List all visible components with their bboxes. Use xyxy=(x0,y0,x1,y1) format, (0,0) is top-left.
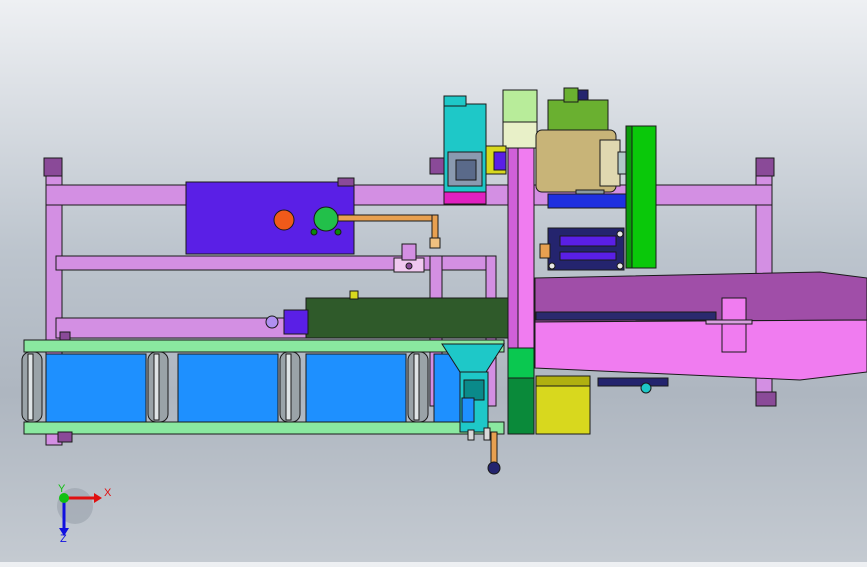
dark-green-cylinder xyxy=(265,290,513,339)
gearbox xyxy=(547,99,609,131)
corner-cap xyxy=(755,157,775,177)
conveyor-top-rail xyxy=(23,339,505,353)
cyan-box-top xyxy=(443,95,467,107)
yellow-box-group xyxy=(535,375,591,435)
motor-flange xyxy=(599,139,621,187)
column-shadow xyxy=(507,147,519,349)
handle-stem xyxy=(490,431,498,467)
green-cylinder-cap xyxy=(349,290,359,300)
cylinder-end xyxy=(337,177,355,187)
chute-inner xyxy=(463,379,485,401)
tube-handle-pin xyxy=(705,319,753,325)
green-cylinder-body xyxy=(305,297,513,339)
green-knob-tab xyxy=(310,228,318,236)
navy-bearing-block xyxy=(547,227,625,271)
green-column-base-top xyxy=(507,347,535,379)
bolt xyxy=(483,427,491,441)
motor-base-blue xyxy=(547,193,629,209)
gearbox-cap xyxy=(563,87,579,103)
corner-cap xyxy=(43,157,63,177)
purple-cylinder-end xyxy=(283,309,309,335)
gearbox-cap-2 xyxy=(577,89,589,101)
handle-knob xyxy=(487,461,501,475)
valve-inner xyxy=(455,159,477,181)
foot-pad xyxy=(755,391,777,407)
valve-right-2 xyxy=(493,151,507,171)
tube-foot-knob xyxy=(640,382,652,394)
x-axis-label: X xyxy=(104,487,112,499)
tube-handle xyxy=(721,297,747,353)
z-axis-label: Z xyxy=(60,533,67,545)
vertical-column xyxy=(502,89,538,435)
clevis-pin xyxy=(265,315,279,329)
tube-foot xyxy=(597,377,669,387)
assembly-drawing: X Y Z xyxy=(21,87,867,545)
magenta-base xyxy=(443,191,487,205)
bearing-bolt xyxy=(548,262,556,270)
clamp-stem xyxy=(401,243,417,261)
bolt xyxy=(467,429,475,441)
rod-nut xyxy=(429,237,441,249)
motor-assembly xyxy=(535,87,657,271)
clamp-bolt xyxy=(405,262,413,270)
conveyor-panel-3 xyxy=(305,353,407,423)
roller-shine xyxy=(285,353,292,421)
bearing-highlight-2 xyxy=(559,251,617,261)
tube-lower xyxy=(534,319,867,381)
orange-knob xyxy=(273,209,295,231)
cad-viewport[interactable]: X Y Z xyxy=(0,0,867,562)
yellow-box-shade xyxy=(535,375,591,387)
conveyor-bottom-rail xyxy=(23,421,505,435)
green-knob xyxy=(313,206,339,232)
corner-cap xyxy=(429,157,445,175)
green-knob-tab xyxy=(334,228,342,236)
roller-shine xyxy=(413,353,420,421)
conveyor-panel-2 xyxy=(177,353,279,423)
foot xyxy=(57,431,73,443)
conveyor-panel-1 xyxy=(45,353,147,423)
roller-shine xyxy=(153,353,160,421)
pipe-band xyxy=(502,121,538,149)
frame-top-rail xyxy=(45,184,773,206)
bearing-bolt xyxy=(616,230,624,238)
x-arrow-head xyxy=(94,493,102,503)
foot xyxy=(59,331,71,341)
guard-edge xyxy=(625,125,633,269)
coordinate-triad: X Y Z xyxy=(57,483,112,545)
tube-slot xyxy=(535,311,717,321)
pipe-top xyxy=(502,89,538,123)
chute-window xyxy=(461,397,475,423)
pink-tube xyxy=(534,271,867,394)
orange-rod xyxy=(337,214,439,222)
y-axis-label: Y xyxy=(58,483,66,495)
bearing-bolt xyxy=(616,262,624,270)
bearing-highlight xyxy=(559,235,617,247)
bearing-shaft xyxy=(539,243,551,259)
mid-clamp xyxy=(393,243,425,273)
roller-shine xyxy=(27,353,34,421)
bottom-handle xyxy=(467,427,501,475)
